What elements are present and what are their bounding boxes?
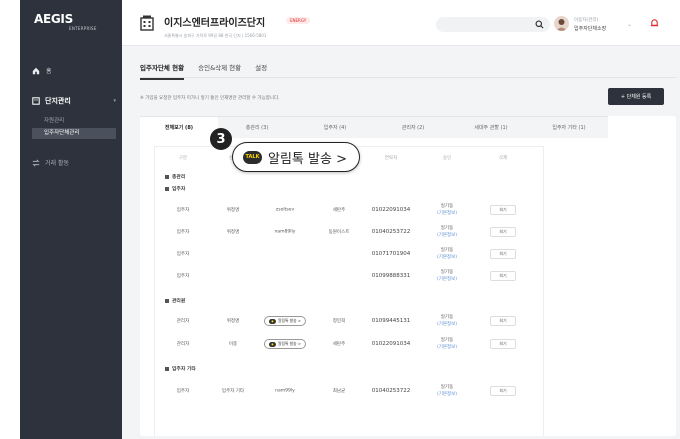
detail-link[interactable]: (기본정보) (437, 345, 457, 350)
table-row[interactable]: 입주자 01071701904 일기동 (기본정보) 회기 (155, 243, 543, 265)
register-member-button[interactable]: + 단체원 등록 (608, 88, 664, 105)
row-action-button[interactable]: 회기 (490, 205, 516, 215)
detail-link[interactable]: (기본정보) (437, 211, 457, 216)
row-action-button[interactable]: 회기 (490, 316, 516, 326)
callout-label: 알림톡 발송 > (268, 151, 347, 167)
group-label: 입주자 기타 (165, 365, 196, 372)
detail-link[interactable]: (기본정보) (437, 233, 457, 238)
chevron-down-icon[interactable]: ⌄ (627, 21, 632, 28)
sidebar-group-complex[interactable]: 단지관리 ▾ (32, 96, 116, 106)
site-address: 서울특별시 송파구 가락로 99길 88 한국 단지 | 1566-5801 (164, 33, 267, 38)
building-icon (32, 97, 40, 105)
talk-icon: ● (268, 341, 276, 347)
search-icon[interactable] (535, 20, 544, 29)
avatar[interactable] (554, 16, 569, 31)
table-row[interactable]: 입주자 위정명 zsoltsev 세탄주 01022091034 일기동 (기본정… (155, 199, 543, 221)
group-label: 관리원 (165, 297, 185, 304)
tab-resident-etc[interactable]: 입주자 기타 (1) (530, 116, 608, 138)
detail-link[interactable]: (기본정보) (437, 392, 457, 397)
row-action-button[interactable]: 회기 (490, 271, 516, 281)
talk-icon: ● (268, 318, 276, 324)
tab-household[interactable]: 세대주 관할 (1) (452, 116, 530, 138)
row-action-button[interactable]: 회기 (490, 249, 516, 259)
sidebar-item-label: 홈 (46, 68, 52, 75)
step-badge: 3 (210, 128, 232, 150)
table-row[interactable]: 입주자 01099888331 일기동 (기본정보) 회기 (155, 265, 543, 287)
tabs-divider (140, 77, 676, 78)
table-row[interactable]: 입주자 위정명 nam89lly 동원이스트 01040253722 일기동 (기… (155, 221, 543, 243)
app-frame: AEGIS ENTERPRISE 홈 단지관리 ▾ 자원관리 입주자단체관리 거… (20, 0, 680, 439)
sidebar-item-home[interactable]: 홈 (32, 66, 52, 75)
member-table: 구분 성명 아이디 기업 연락처 승인 삭제 총관리 입주자 입주자 위정명 z… (154, 146, 544, 436)
detail-link[interactable]: (기본정보) (437, 322, 457, 327)
brand-name: AEGIS (34, 12, 73, 26)
home-icon (32, 67, 40, 74)
sidebar-group-label: 단지관리 (45, 97, 71, 105)
brand-logo[interactable]: AEGIS (34, 12, 73, 26)
table-row[interactable]: 관리자 이종 ● 알림톡 발송 > 세탄주 01022091034 일기동 (기본정… (155, 333, 543, 355)
chevron-down-icon: ▾ (113, 98, 116, 104)
notice-text: ※ 가입을 요청한 입주자 미가니 앞기 통인 인재명만 관리할 수 가능합니다… (140, 96, 280, 101)
search-input[interactable] (436, 17, 550, 32)
main-content: 이지스엔터프라이즈단지 ENERGY 서울특별시 송파구 가락로 99길 88 … (122, 0, 680, 439)
user-role: 입주자단체소장 (574, 26, 607, 32)
table-row[interactable]: 관리자 위정명 ● 알림톡 발송 > 정민희 01099445131 일기동 (기본… (155, 310, 543, 332)
send-alimtalk-callout[interactable]: TALK 알림톡 발송 > (232, 142, 360, 172)
group-label: 총관리 (165, 173, 185, 180)
group-label: 입주자 (165, 185, 185, 192)
tab-resident[interactable]: 입주자 (4) (296, 116, 374, 138)
sidebar-item-trade[interactable]: 거래 활동 (32, 158, 69, 167)
column-header: 구분 (178, 156, 188, 161)
site-badge: ENERGY (286, 17, 311, 24)
bell-icon[interactable] (650, 18, 659, 28)
row-action-button[interactable]: 회기 (490, 227, 516, 237)
row-action-button[interactable]: 회기 (490, 386, 516, 396)
column-header: 연락처 (384, 156, 398, 161)
send-alimtalk-button[interactable]: ● 알림톡 발송 > (263, 316, 307, 326)
tab-manager[interactable]: 관리자 (2) (374, 116, 452, 138)
column-header: 삭제 (498, 156, 508, 161)
top-bar: 이지스엔터프라이즈단지 ENERGY 서울특별시 송파구 가락로 99길 88 … (122, 0, 680, 46)
sidebar-item-resource[interactable]: 자원관리 (44, 116, 64, 124)
column-header: 승인 (442, 156, 452, 161)
row-action-button[interactable]: 회기 (490, 339, 516, 349)
tab-all[interactable]: 전체보기 (8) (140, 116, 218, 138)
apartment-icon (140, 15, 154, 31)
sidebar-item-label: 거래 활동 (45, 160, 69, 167)
site-name: 이지스엔터프라이즈단지 (164, 18, 266, 29)
detail-link[interactable]: (기본정보) (437, 277, 457, 282)
send-alimtalk-button[interactable]: ● 알림톡 발송 > (263, 339, 307, 349)
table-row[interactable]: 입주자 입주자 기타 nam99ly 최남균 01040253722 일기동 (기… (155, 380, 543, 402)
user-name: 이용자(관리) (574, 18, 599, 23)
sidebar-item-resident-group[interactable]: 입주자단체관리 (32, 128, 116, 139)
detail-link[interactable]: (기본정보) (437, 255, 457, 260)
talk-icon: TALK (243, 150, 262, 164)
member-panel: 전체보기 (8) 총관리 (3) 입주자 (4) 관리자 (2) 세대주 관할 … (140, 116, 676, 436)
trade-icon (32, 158, 40, 167)
brand-sub: ENTERPRISE (69, 26, 97, 31)
sidebar: AEGIS ENTERPRISE 홈 단지관리 ▾ 자원관리 입주자단체관리 거… (20, 0, 122, 439)
